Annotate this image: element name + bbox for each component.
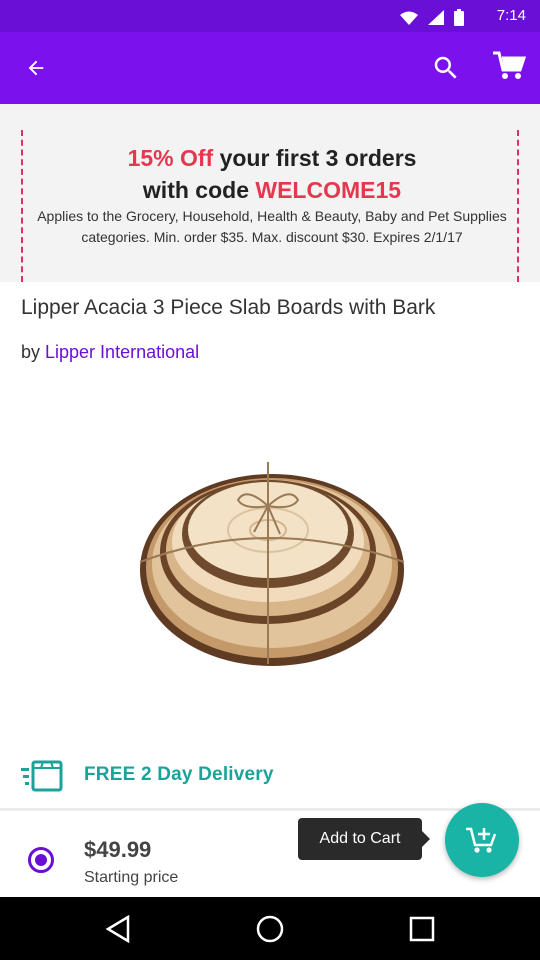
- promo-box: 15% Off your first 3 orders with code WE…: [21, 130, 519, 282]
- circle-home-icon: [256, 915, 284, 943]
- wifi-icon: [400, 11, 418, 25]
- product-image[interactable]: [132, 444, 408, 672]
- nav-home-button[interactable]: [254, 913, 286, 945]
- search-button[interactable]: [426, 48, 466, 88]
- app-bar: [0, 32, 540, 104]
- nav-back-button[interactable]: [102, 913, 134, 945]
- delivery-label: FREE 2 Day Delivery: [84, 764, 274, 785]
- delivery-row: FREE 2 Day Delivery: [0, 756, 540, 796]
- product-title: Lipper Acacia 3 Piece Slab Boards with B…: [21, 296, 436, 319]
- add-to-cart-icon: [466, 827, 497, 853]
- nav-recents-button[interactable]: [406, 913, 438, 945]
- price-caption: Starting price: [84, 869, 179, 886]
- promo-description: Applies to the Grocery, Household, Healt…: [37, 208, 507, 245]
- promo-discount: 15% Off: [127, 145, 214, 171]
- triangle-back-icon: [105, 915, 130, 943]
- add-to-cart-button[interactable]: [445, 803, 519, 877]
- signal-icon: [428, 10, 444, 25]
- search-icon: [434, 56, 457, 79]
- promo-title-part1: your first 3 orders: [213, 145, 417, 171]
- promo-title-part2: with code: [142, 177, 256, 203]
- cart-icon: [493, 51, 526, 79]
- product-byline: by Lipper International: [21, 342, 199, 363]
- system-nav-bar: [0, 897, 540, 960]
- cart-button[interactable]: [488, 46, 530, 86]
- delivery-icon: [21, 760, 63, 792]
- promo-title: 15% Off your first 3 orders with code WE…: [23, 142, 521, 206]
- battery-icon: [454, 9, 464, 26]
- status-icons: [400, 9, 464, 26]
- back-button[interactable]: [18, 50, 54, 86]
- promo-code: WELCOME15: [255, 177, 402, 203]
- byline-prefix: by: [21, 342, 46, 362]
- price-option-radio[interactable]: [28, 847, 54, 873]
- brand-link[interactable]: Lipper International: [45, 342, 199, 362]
- add-to-cart-tooltip: Add to Cart: [298, 818, 430, 860]
- promo-banner[interactable]: 15% Off your first 3 orders with code WE…: [0, 104, 540, 282]
- arrow-left-icon: [28, 60, 44, 76]
- square-recents-icon: [409, 916, 435, 942]
- status-bar: 7:14: [0, 0, 540, 32]
- purchase-option[interactable]: $49.99 Starting price Add to Cart: [0, 803, 540, 897]
- price: $49.99: [84, 837, 152, 862]
- status-time: 7:14: [496, 7, 526, 24]
